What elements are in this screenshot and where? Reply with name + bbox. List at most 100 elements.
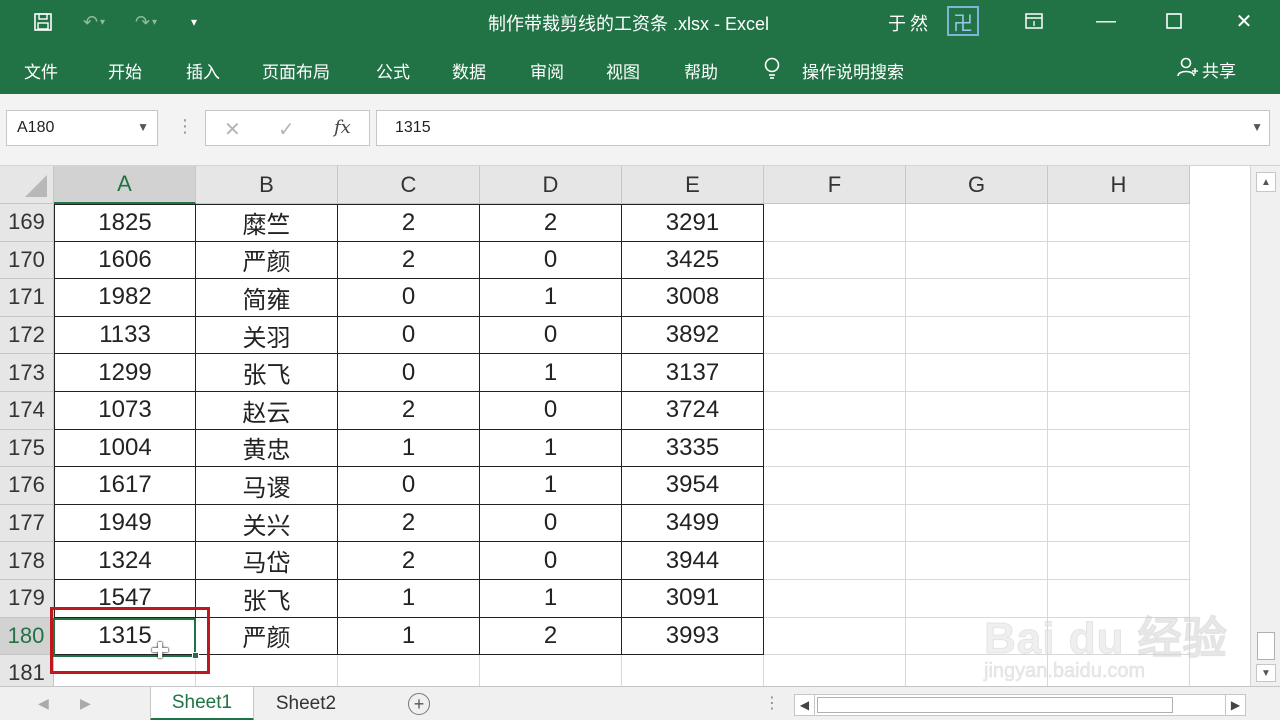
enter-icon[interactable]: ✓ xyxy=(278,117,295,142)
redo-icon[interactable]: ↷ ▾ xyxy=(124,8,168,36)
cell-d181[interactable] xyxy=(480,655,622,686)
cell-c175[interactable]: 1 xyxy=(338,429,480,468)
cell-b169[interactable]: 糜竺 xyxy=(196,204,338,242)
cell-g169[interactable] xyxy=(906,204,1048,242)
tab-data[interactable]: 数据 xyxy=(452,58,486,83)
cell-d179[interactable]: 1 xyxy=(480,580,622,618)
cell-h177[interactable] xyxy=(1048,504,1190,543)
cell-h175[interactable] xyxy=(1048,429,1190,468)
cell-e178[interactable]: 3944 xyxy=(622,542,764,580)
cell-a175[interactable]: 1004 xyxy=(54,429,196,468)
row-header-179[interactable]: 179 xyxy=(0,580,54,618)
column-header-e[interactable]: E xyxy=(622,166,764,204)
cell-b173[interactable]: 张飞 xyxy=(196,354,338,392)
cell-c171[interactable]: 0 xyxy=(338,279,480,317)
row-header-180[interactable]: 180 xyxy=(0,617,54,656)
cell-e169[interactable]: 3291 xyxy=(622,204,764,242)
cell-e179[interactable]: 3091 xyxy=(622,580,764,618)
cell-a181[interactable] xyxy=(54,655,196,686)
cell-b170[interactable]: 严颜 xyxy=(196,241,338,280)
column-header-f[interactable]: F xyxy=(764,166,906,204)
cell-c181[interactable] xyxy=(338,655,480,686)
cell-d174[interactable]: 0 xyxy=(480,392,622,430)
cell-h178[interactable] xyxy=(1048,542,1190,580)
cell-e175[interactable]: 3335 xyxy=(622,429,764,468)
cell-f169[interactable] xyxy=(764,204,906,242)
cell-f181[interactable] xyxy=(764,655,906,686)
user-name[interactable]: 于然 xyxy=(888,10,932,36)
name-box[interactable]: A180 ▼ xyxy=(6,110,158,146)
cell-f177[interactable] xyxy=(764,504,906,543)
cell-d175[interactable]: 1 xyxy=(480,429,622,468)
column-header-b[interactable]: B xyxy=(196,166,338,204)
cell-a178[interactable]: 1324 xyxy=(54,542,196,580)
cell-g180[interactable] xyxy=(906,617,1048,656)
insert-function-icon[interactable]: fx xyxy=(334,117,351,138)
cell-g174[interactable] xyxy=(906,392,1048,430)
cell-e180[interactable]: 3993 xyxy=(622,617,764,656)
tab-file[interactable]: 文件 xyxy=(24,58,58,83)
ribbon-display-options-icon[interactable] xyxy=(1014,6,1054,36)
prev-sheet-icon[interactable]: ◀ xyxy=(38,695,49,712)
cell-d180[interactable]: 2 xyxy=(480,617,622,656)
cell-f174[interactable] xyxy=(764,392,906,430)
cell-h181[interactable] xyxy=(1048,655,1190,686)
customize-toolbar-icon[interactable]: ▾ xyxy=(184,8,204,36)
row-header-171[interactable]: 171 xyxy=(0,279,54,317)
expand-formula-bar-icon[interactable]: ▼ xyxy=(1251,120,1263,134)
row-header-178[interactable]: 178 xyxy=(0,542,54,580)
cell-h170[interactable] xyxy=(1048,241,1190,280)
tab-split-grip-icon[interactable]: ⋮ xyxy=(764,693,780,713)
cell-g173[interactable] xyxy=(906,354,1048,392)
cell-c176[interactable]: 0 xyxy=(338,467,480,505)
scroll-down-icon[interactable]: ▼ xyxy=(1256,664,1276,682)
cell-a169[interactable]: 1825 xyxy=(54,204,196,242)
tab-page-layout[interactable]: 页面布局 xyxy=(262,58,330,83)
cell-f171[interactable] xyxy=(764,279,906,317)
row-header-175[interactable]: 175 xyxy=(0,429,54,468)
cell-g177[interactable] xyxy=(906,504,1048,543)
cell-f176[interactable] xyxy=(764,467,906,505)
maximize-icon[interactable] xyxy=(1154,6,1194,36)
row-header-177[interactable]: 177 xyxy=(0,504,54,543)
tab-home[interactable]: 开始 xyxy=(108,58,142,83)
row-header-176[interactable]: 176 xyxy=(0,467,54,505)
cell-g175[interactable] xyxy=(906,429,1048,468)
horizontal-scroll-thumb[interactable] xyxy=(817,697,1173,713)
cell-b179[interactable]: 张飞 xyxy=(196,580,338,618)
tab-formulas[interactable]: 公式 xyxy=(376,58,410,83)
cell-a176[interactable]: 1617 xyxy=(54,467,196,505)
cell-h172[interactable] xyxy=(1048,316,1190,355)
cell-g171[interactable] xyxy=(906,279,1048,317)
save-icon[interactable] xyxy=(28,8,58,36)
cell-h171[interactable] xyxy=(1048,279,1190,317)
cell-c178[interactable]: 2 xyxy=(338,542,480,580)
cell-b176[interactable]: 马谡 xyxy=(196,467,338,505)
cell-f175[interactable] xyxy=(764,429,906,468)
cell-e177[interactable]: 3499 xyxy=(622,504,764,543)
cancel-icon[interactable]: ✕ xyxy=(224,117,241,142)
cell-b171[interactable]: 简雍 xyxy=(196,279,338,317)
cell-a170[interactable]: 1606 xyxy=(54,241,196,280)
lightbulb-icon[interactable] xyxy=(762,56,782,85)
cell-b175[interactable]: 黄忠 xyxy=(196,429,338,468)
cell-h179[interactable] xyxy=(1048,580,1190,618)
column-header-a[interactable]: A xyxy=(54,166,196,204)
column-header-h[interactable]: H xyxy=(1048,166,1190,204)
tab-view[interactable]: 视图 xyxy=(606,58,640,83)
cell-f170[interactable] xyxy=(764,241,906,280)
cell-e172[interactable]: 3892 xyxy=(622,316,764,355)
cell-c180[interactable]: 1 xyxy=(338,617,480,656)
cell-c170[interactable]: 2 xyxy=(338,241,480,280)
vertical-scrollbar[interactable]: ▲ ▼ xyxy=(1250,166,1280,686)
cell-d178[interactable]: 0 xyxy=(480,542,622,580)
column-header-g[interactable]: G xyxy=(906,166,1048,204)
cell-e170[interactable]: 3425 xyxy=(622,241,764,280)
row-header-181[interactable]: 181 xyxy=(0,655,54,686)
row-header-173[interactable]: 173 xyxy=(0,354,54,392)
cell-e173[interactable]: 3137 xyxy=(622,354,764,392)
cell-b180[interactable]: 严颜 xyxy=(196,617,338,656)
column-header-d[interactable]: D xyxy=(480,166,622,204)
scroll-up-icon[interactable]: ▲ xyxy=(1256,172,1276,192)
horizontal-scrollbar[interactable]: ◀ ▶ xyxy=(794,694,1246,716)
